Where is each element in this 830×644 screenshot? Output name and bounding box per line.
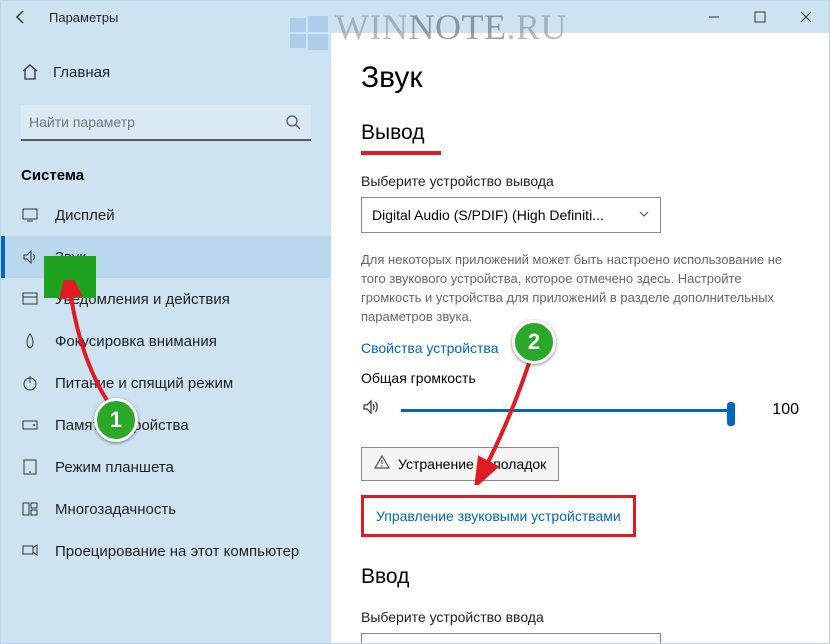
input-section-title: Ввод xyxy=(361,565,799,589)
chevron-down-icon xyxy=(638,207,650,223)
search-input[interactable] xyxy=(29,114,283,130)
sidebar-item-label: Проецирование на этот компьютер xyxy=(45,543,299,560)
project-icon xyxy=(21,542,45,560)
minimize-button[interactable] xyxy=(691,1,737,33)
sidebar-item-label: Режим планшета xyxy=(45,459,174,476)
sidebar-item-project[interactable]: Проецирование на этот компьютер xyxy=(1,530,331,572)
sidebar-item-label: Фокусировка внимания xyxy=(45,333,217,350)
home-link[interactable]: Главная xyxy=(1,55,331,93)
sidebar: Главная Система Дисплей Звук xyxy=(1,33,331,643)
sidebar-item-power[interactable]: Питание и спящий режим xyxy=(1,362,331,404)
focus-icon xyxy=(21,332,45,350)
output-device-select[interactable]: Digital Audio (S/PDIF) (High Definiti... xyxy=(361,197,661,233)
sidebar-item-label: Многозадачность xyxy=(45,501,176,518)
sidebar-nav: Дисплей Звук Уведомления и действия Фоку… xyxy=(1,194,331,572)
notifications-icon xyxy=(21,290,45,308)
volume-row: 100 xyxy=(361,396,799,423)
sound-icon xyxy=(21,248,45,266)
search-icon xyxy=(283,114,303,130)
back-button[interactable] xyxy=(13,9,41,25)
sidebar-item-focus[interactable]: Фокусировка внимания xyxy=(1,320,331,362)
maximize-button[interactable] xyxy=(737,1,783,33)
window-title: Параметры xyxy=(41,10,691,25)
troubleshoot-label: Устранение неполадок xyxy=(398,456,546,472)
annotation-badge-2: 2 xyxy=(512,320,556,364)
sidebar-item-multitask[interactable]: Многозадачность xyxy=(1,488,331,530)
annotation-highlight-sound xyxy=(44,256,96,298)
annotation-underline xyxy=(361,151,441,155)
sidebar-item-label: Дисплей xyxy=(45,207,115,224)
settings-window: Параметры Главная Система xyxy=(0,0,830,644)
output-device-value: Digital Audio (S/PDIF) (High Definiti... xyxy=(372,207,638,223)
output-description: Для некоторых приложений может быть наст… xyxy=(361,251,791,326)
search-box[interactable] xyxy=(21,105,311,141)
annotation-badge-1: 1 xyxy=(94,398,138,442)
group-system-label: Система xyxy=(1,149,331,194)
device-properties-link[interactable]: Свойства устройства xyxy=(361,340,499,356)
output-device-label: Выберите устройство вывода xyxy=(361,173,799,189)
input-device-label: Выберите устройство ввода xyxy=(361,609,799,625)
content-pane: Звук Вывод Выберите устройство вывода Di… xyxy=(331,33,829,643)
manage-sound-devices-link[interactable]: Управление звуковыми устройствами xyxy=(376,508,621,524)
display-icon xyxy=(21,206,45,224)
sidebar-item-display[interactable]: Дисплей xyxy=(1,194,331,236)
volume-icon[interactable] xyxy=(361,396,383,423)
sidebar-item-storage[interactable]: Память устройства xyxy=(1,404,331,446)
volume-slider[interactable] xyxy=(401,400,731,420)
input-device-select[interactable]: Устройства ввода не найдены xyxy=(361,633,661,643)
page-title: Звук xyxy=(361,61,799,95)
troubleshoot-button[interactable]: Устранение неполадок xyxy=(361,447,559,481)
annotation-highlight-box: Управление звуковыми устройствами xyxy=(361,495,636,537)
close-button[interactable] xyxy=(783,1,829,33)
warning-icon xyxy=(374,454,390,474)
tablet-icon xyxy=(21,458,45,476)
home-label: Главная xyxy=(45,64,110,81)
sidebar-item-tablet[interactable]: Режим планшета xyxy=(1,446,331,488)
titlebar: Параметры xyxy=(1,1,829,33)
home-icon xyxy=(21,63,45,81)
volume-value: 100 xyxy=(759,401,799,419)
storage-icon xyxy=(21,416,45,434)
output-section-title: Вывод xyxy=(361,121,799,145)
sidebar-item-label: Питание и спящий режим xyxy=(45,375,233,392)
multitask-icon xyxy=(21,500,45,518)
power-icon xyxy=(21,374,45,392)
volume-label: Общая громкость xyxy=(361,370,799,386)
